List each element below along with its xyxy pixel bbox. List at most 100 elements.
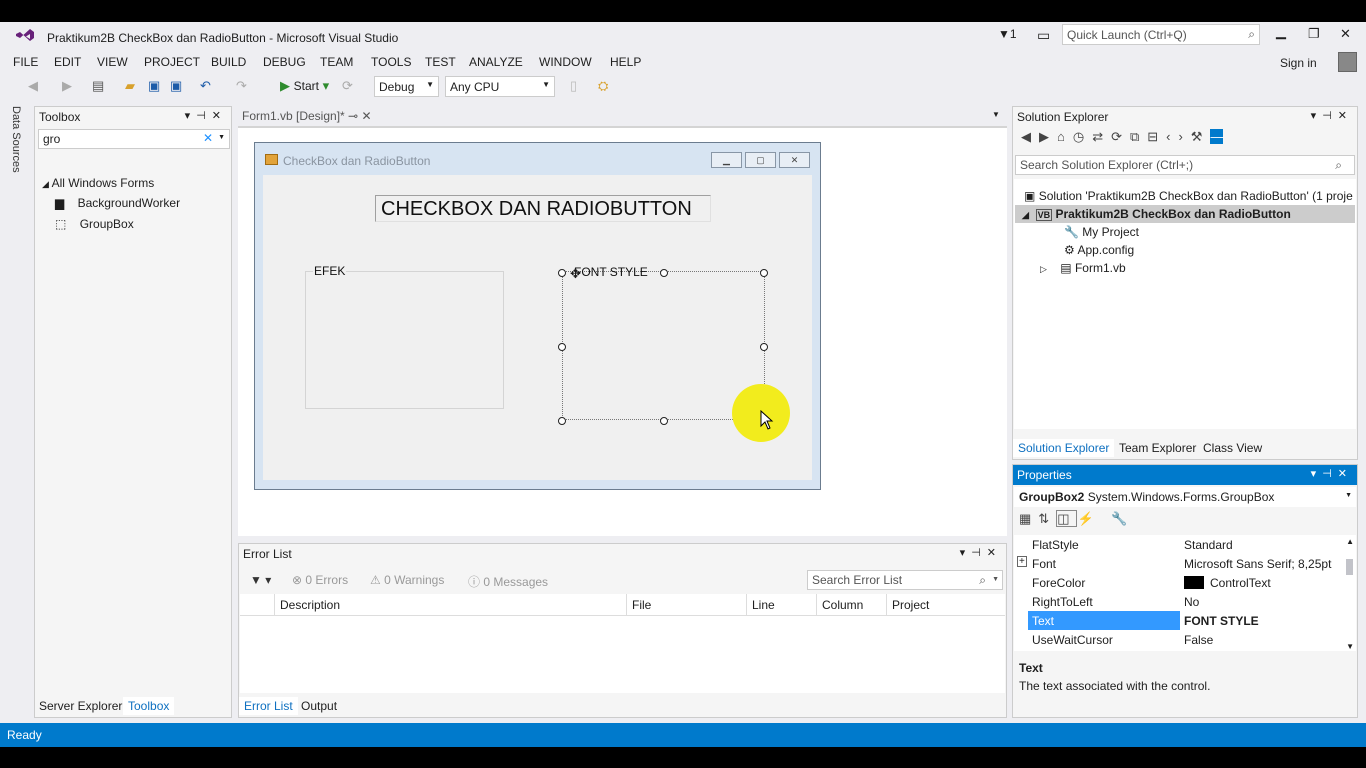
menu-file[interactable]: FILE bbox=[13, 55, 38, 69]
column-file[interactable]: File bbox=[626, 594, 746, 616]
tree-node-form1[interactable]: ▷ ▤ Form1.vb bbox=[1040, 261, 1126, 275]
redo-icon[interactable]: ↷ bbox=[236, 78, 247, 94]
resize-handle[interactable] bbox=[660, 417, 668, 425]
menu-view[interactable]: VIEW bbox=[97, 55, 128, 69]
scroll-down-icon[interactable]: ▼ bbox=[1346, 642, 1354, 651]
filter-icon[interactable]: ▼ ▾ bbox=[250, 573, 271, 587]
tab-class-view[interactable]: Class View bbox=[1203, 441, 1262, 455]
form-minimize-button[interactable]: ▁ bbox=[711, 152, 742, 168]
tree-node-my-project[interactable]: 🔧 My Project bbox=[1064, 225, 1139, 239]
errors-filter-button[interactable]: ⊗ 0 Errors bbox=[292, 573, 348, 587]
move-handle-icon[interactable]: ✥ bbox=[570, 266, 581, 282]
attach-icon[interactable]: ▯ bbox=[570, 78, 577, 94]
property-value[interactable]: FONT STYLE bbox=[1184, 614, 1259, 628]
menu-build[interactable]: BUILD bbox=[211, 55, 246, 69]
refresh-icon[interactable]: ⟳ bbox=[342, 78, 353, 94]
find-icon[interactable]: ⛭ bbox=[598, 78, 608, 94]
save-all-icon[interactable]: ▣ bbox=[170, 78, 182, 94]
property-value[interactable]: No bbox=[1184, 595, 1199, 609]
tab-form1-design[interactable]: Form1.vb [Design]* ⊸ ✕ bbox=[238, 106, 388, 126]
menu-team[interactable]: TEAM bbox=[320, 55, 353, 69]
start-button[interactable]: ▶ Start ▾ bbox=[280, 78, 329, 94]
tab-toolbox[interactable]: Toolbox bbox=[123, 697, 175, 715]
pin-icon[interactable]: ⊸ bbox=[348, 109, 358, 123]
resize-handle[interactable] bbox=[760, 269, 768, 277]
column-description[interactable]: Description bbox=[274, 594, 626, 616]
solution-explorer-toolbar[interactable]: ◀▶⌂◷⇄⟳⧉⊟‹›⚒— bbox=[1021, 129, 1224, 145]
property-value[interactable]: ControlText bbox=[1210, 576, 1271, 590]
tab-server-explorer[interactable]: Server Explorer bbox=[39, 699, 122, 713]
pane-controls-icon[interactable]: ▾⊣✕ bbox=[1311, 467, 1353, 480]
notifications-button[interactable]: ▼1 bbox=[998, 27, 1017, 41]
new-project-icon[interactable]: ▤ bbox=[92, 78, 104, 94]
error-search-input[interactable]: Search Error List ⌕ ▼ bbox=[807, 570, 1003, 590]
expand-icon[interactable]: + bbox=[1017, 556, 1027, 567]
title-label[interactable]: CHECKBOX DAN RADIOBUTTON bbox=[375, 195, 711, 222]
menu-test[interactable]: TEST bbox=[425, 55, 456, 69]
warnings-filter-button[interactable]: ⚠ 0 Warnings bbox=[370, 573, 444, 587]
column-line[interactable]: Line bbox=[746, 594, 816, 616]
back-icon[interactable]: ◀ bbox=[28, 78, 38, 94]
property-row-font[interactable]: + Font Microsoft Sans Serif; 8,25pt bbox=[1014, 554, 1342, 573]
form-client-area[interactable]: CHECKBOX DAN RADIOBUTTON EFEK FONT STYLE bbox=[263, 175, 812, 480]
tree-node-project[interactable]: ◢ VB Praktikum2B CheckBox dan RadioButto… bbox=[1022, 207, 1291, 221]
properties-toolbar[interactable]: ▦⇅◫⚡ 🔧 bbox=[1019, 510, 1134, 527]
tab-output[interactable]: Output bbox=[301, 699, 337, 713]
property-value[interactable]: Microsoft Sans Serif; 8,25pt bbox=[1184, 557, 1331, 571]
menu-debug[interactable]: DEBUG bbox=[263, 55, 306, 69]
tab-error-list[interactable]: Error List bbox=[239, 697, 298, 715]
quick-launch-input[interactable]: Quick Launch (Ctrl+Q) ⌕ bbox=[1062, 24, 1260, 45]
tab-team-explorer[interactable]: Team Explorer bbox=[1119, 441, 1196, 455]
platform-select[interactable]: Any CPU ▼ bbox=[445, 76, 555, 97]
solution-search-input[interactable]: Search Solution Explorer (Ctrl+;) ⌕ bbox=[1015, 155, 1355, 175]
menu-help[interactable]: HELP bbox=[610, 55, 641, 69]
messages-filter-button[interactable]: ⓘ 0 Messages bbox=[468, 573, 548, 590]
chevron-down-icon[interactable]: ▼ bbox=[992, 110, 1000, 119]
resize-handle[interactable] bbox=[660, 269, 668, 277]
form-maximize-button[interactable]: ▢ bbox=[745, 152, 776, 168]
close-button[interactable]: ✕ bbox=[1340, 26, 1351, 42]
open-file-icon[interactable]: ▰ bbox=[125, 78, 135, 94]
configuration-select[interactable]: Debug ▼ bbox=[374, 76, 439, 97]
object-selector[interactable]: GroupBox2 System.Windows.Forms.GroupBox ▼ bbox=[1014, 487, 1356, 507]
toolbox-item-backgroundworker[interactable]: ▆ BackgroundWorker bbox=[55, 196, 180, 210]
resize-handle[interactable] bbox=[760, 343, 768, 351]
tab-solution-explorer[interactable]: Solution Explorer bbox=[1013, 439, 1115, 457]
column-column[interactable]: Column bbox=[816, 594, 886, 616]
toolbox-item-groupbox[interactable]: ⬚ GroupBox bbox=[55, 217, 134, 231]
property-row-flatstyle[interactable]: FlatStyle Standard bbox=[1014, 535, 1342, 554]
forward-icon[interactable]: ▶ bbox=[62, 78, 72, 94]
pane-controls-icon[interactable]: ▾⊣✕ bbox=[960, 546, 1002, 559]
property-row-usewaitcursor[interactable]: UseWaitCursor False bbox=[1014, 630, 1342, 649]
form-window[interactable]: CheckBox dan RadioButton ▁ ▢ ✕ CHECKBOX … bbox=[254, 142, 821, 490]
restore-button[interactable]: ❐ bbox=[1308, 26, 1320, 42]
property-row-text[interactable]: Text FONT STYLE bbox=[1014, 611, 1342, 630]
clear-icon[interactable]: ✕ bbox=[203, 131, 213, 145]
resize-handle[interactable] bbox=[558, 269, 566, 277]
close-icon[interactable]: ✕ bbox=[361, 109, 371, 123]
vertical-scrollbar[interactable] bbox=[1346, 559, 1353, 575]
resize-handle[interactable] bbox=[558, 417, 566, 425]
menu-tools[interactable]: TOOLS bbox=[371, 55, 411, 69]
chevron-down-icon[interactable]: ▼ bbox=[218, 134, 225, 141]
data-sources-tab[interactable]: Data Sources bbox=[10, 106, 22, 173]
resize-handle[interactable] bbox=[558, 343, 566, 351]
scroll-up-icon[interactable]: ▲ bbox=[1346, 537, 1354, 546]
save-icon[interactable]: ▣ bbox=[148, 78, 160, 94]
menu-project[interactable]: PROJECT bbox=[144, 55, 200, 69]
groupbox-font-style[interactable]: FONT STYLE bbox=[562, 265, 765, 420]
pane-controls-icon[interactable]: ▾⊣✕ bbox=[185, 109, 227, 122]
column-project[interactable]: Project bbox=[886, 594, 1006, 616]
sign-in-link[interactable]: Sign in bbox=[1280, 56, 1317, 70]
tree-node-solution[interactable]: ▣ Solution 'Praktikum2B CheckBox dan Rad… bbox=[1024, 189, 1353, 203]
toolbox-category[interactable]: ◢ All Windows Forms bbox=[42, 176, 154, 190]
avatar[interactable] bbox=[1338, 52, 1357, 72]
feedback-icon[interactable]: ▭ bbox=[1037, 27, 1050, 44]
menu-edit[interactable]: EDIT bbox=[54, 55, 81, 69]
tree-node-app-config[interactable]: ⚙ App.config bbox=[1064, 243, 1134, 257]
minimize-button[interactable]: ▁ bbox=[1276, 24, 1286, 40]
pane-controls-icon[interactable]: ▾⊣✕ bbox=[1311, 109, 1353, 122]
property-row-forecolor[interactable]: ForeColor ControlText bbox=[1014, 573, 1342, 592]
groupbox-efek[interactable]: EFEK bbox=[305, 264, 504, 409]
toolbox-search-input[interactable]: gro ✕ ▼ bbox=[38, 129, 230, 149]
